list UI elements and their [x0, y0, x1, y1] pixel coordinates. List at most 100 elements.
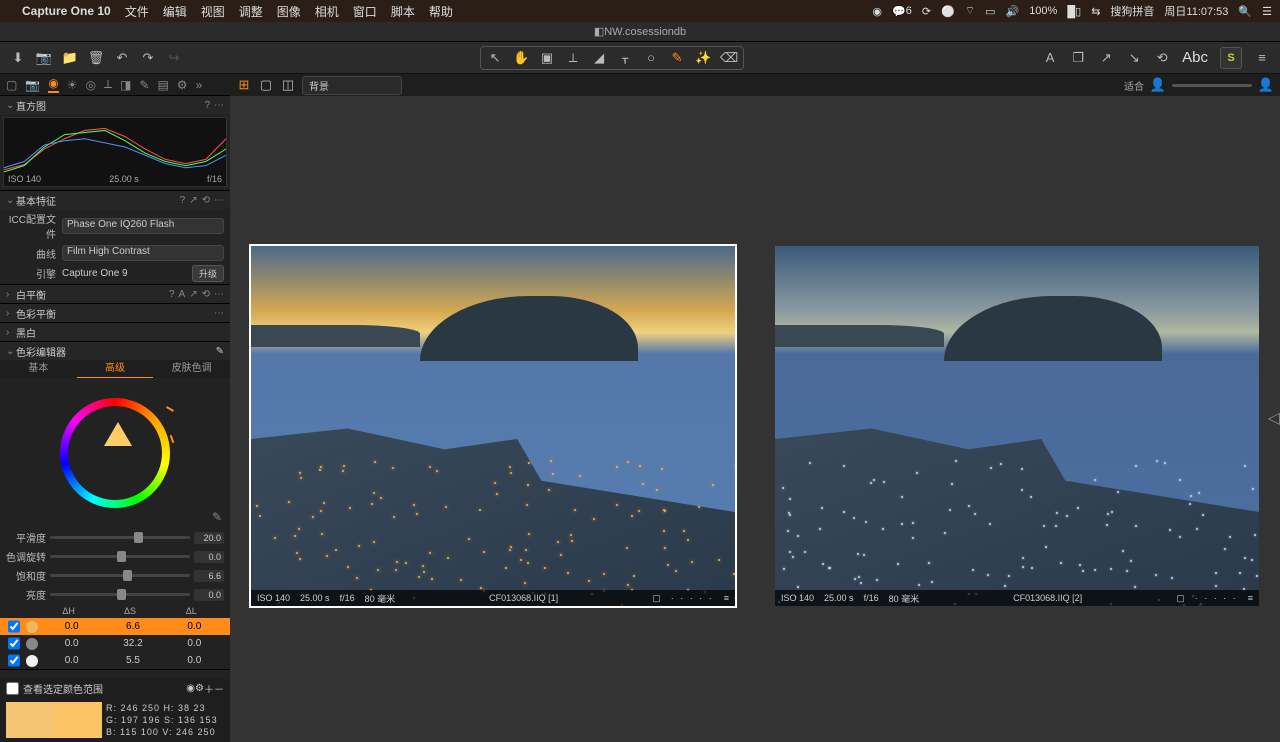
pointer-icon[interactable]: ↖ [487, 50, 503, 66]
menu-icon[interactable]: ⋯ [214, 100, 224, 111]
delta-checkbox[interactable] [8, 620, 20, 633]
minus-icon[interactable]: － [214, 681, 224, 696]
menu-edit[interactable]: 编辑 [163, 3, 187, 20]
menu-camera[interactable]: 相机 [315, 3, 339, 20]
person-icon[interactable]: 👤 [1150, 77, 1166, 93]
help-icon[interactable]: ? [204, 100, 210, 111]
color-wheel[interactable] [60, 398, 170, 508]
delta-row[interactable]: 0.0 6.6 0.0 [0, 618, 230, 635]
layer-select[interactable]: 背景 [302, 76, 402, 95]
folder-icon[interactable]: 📁 [62, 50, 78, 66]
rot-slider[interactable] [50, 555, 190, 558]
tab-meta-icon[interactable]: ▤ [157, 78, 168, 92]
sync-icon[interactable]: ⟳ [922, 5, 931, 18]
icc-select[interactable]: Phase One IQ260 Flash [62, 218, 224, 234]
loupe-icon[interactable]: ▣ [539, 50, 555, 66]
image-thumbnail[interactable]: ISO 140 25.00 s f/16 80 毫米 CF013068.IIQ … [775, 246, 1259, 606]
sat-val[interactable]: 6.6 [194, 570, 224, 582]
eyedropper-icon[interactable]: ✎ [212, 510, 222, 524]
ruler-icon[interactable]: ◢ [591, 50, 607, 66]
subtab-basic[interactable]: 基本 [0, 360, 77, 378]
list-icon[interactable]: ≡ [1254, 50, 1270, 66]
brush-icon[interactable]: ✎ [669, 50, 685, 66]
light-slider[interactable] [50, 593, 190, 596]
down-icon[interactable]: ↘ [1126, 50, 1142, 66]
reset-icon[interactable]: ⟲ [1154, 50, 1170, 66]
tab-library-icon[interactable]: ▢ [6, 78, 17, 92]
notif-icon[interactable]: ☰ [1262, 5, 1272, 18]
delta-checkbox[interactable] [8, 637, 20, 650]
thumb-rating[interactable]: · · · · · [1195, 593, 1238, 603]
spot-icon[interactable]: ○ [643, 50, 659, 66]
wechat-icon[interactable]: 💬 6 [892, 5, 912, 18]
app-name[interactable]: Capture One 10 [22, 4, 111, 18]
sat-slider[interactable] [50, 574, 190, 577]
redo-icon[interactable]: ↷ [140, 50, 156, 66]
thumb-flag-icon[interactable]: ▢ [1176, 593, 1185, 604]
range-checkbox[interactable] [6, 682, 19, 695]
menu-adjust[interactable]: 调整 [239, 3, 263, 20]
menu-image[interactable]: 图像 [277, 3, 301, 20]
hand-icon[interactable]: ✋ [513, 50, 529, 66]
thumb-flag-icon[interactable]: ▢ [652, 593, 661, 604]
copy-icon[interactable]: ❐ [1070, 50, 1086, 66]
thumb-rating[interactable]: · · · · · [671, 593, 714, 603]
smooth-slider[interactable] [50, 536, 190, 539]
eraser-icon[interactable]: ⌫ [721, 50, 737, 66]
delta-row[interactable]: 0.0 5.5 0.0 [0, 652, 230, 669]
curve-select[interactable]: Film High Contrast [62, 245, 224, 261]
thumb-menu-icon[interactable]: ≡ [1248, 593, 1253, 603]
wb-title[interactable]: 白平衡 [16, 287, 169, 302]
capture-icon[interactable]: 📷 [36, 50, 52, 66]
menu-window[interactable]: 窗口 [353, 3, 377, 20]
tab-color-icon[interactable]: ◉ [48, 76, 58, 93]
spotlight-icon[interactable]: 🔍 [1238, 5, 1252, 18]
import-icon[interactable]: ⬇ [10, 50, 26, 66]
ime-label[interactable]: 搜狗拼音 [1110, 3, 1154, 19]
bt-icon[interactable]: ⚪ [941, 5, 955, 18]
zoom-slider[interactable] [1172, 84, 1252, 87]
rot-val[interactable]: 0.0 [194, 551, 224, 563]
s-badge-icon[interactable]: S [1220, 47, 1242, 69]
fit-label[interactable]: 适合 [1124, 78, 1144, 93]
cb-title[interactable]: 色彩平衡 [16, 306, 214, 321]
side-expand-icon[interactable]: ◁ [1268, 408, 1280, 428]
tab-local-icon[interactable]: ✎ [139, 78, 149, 92]
wifi-icon[interactable]: ⌔ [965, 4, 975, 18]
abc-label[interactable]: Abc [1182, 49, 1208, 66]
crop-icon[interactable]: ⟂ [565, 50, 581, 66]
menu-file[interactable]: 文件 [125, 3, 149, 20]
tab-details-icon[interactable]: ◨ [120, 78, 131, 92]
volume-icon[interactable]: 🔊 [1005, 5, 1019, 18]
delta-row[interactable]: 0.0 32.2 0.0 [0, 635, 230, 652]
plus-icon[interactable]: ＋ [204, 681, 214, 696]
cc-icon[interactable]: ◉ [872, 5, 882, 18]
tab-capture-icon[interactable]: 📷 [25, 78, 40, 92]
upgrade-button[interactable]: 升级 [192, 265, 224, 282]
display-icon[interactable]: ▭ [985, 5, 995, 18]
undo-icon[interactable]: ↶ [114, 50, 130, 66]
split-icon[interactable]: ◫ [280, 77, 296, 93]
menu-script[interactable]: 脚本 [391, 3, 415, 20]
light-val[interactable]: 0.0 [194, 589, 224, 601]
up-icon[interactable]: ↗ [1098, 50, 1114, 66]
switch-icon[interactable]: ⇆ [1091, 5, 1100, 18]
person2-icon[interactable]: 👤 [1258, 77, 1274, 93]
keystone-icon[interactable]: ᚁ [617, 50, 633, 66]
tab-exposure-icon[interactable]: ☀ [67, 78, 78, 92]
annotate-icon[interactable]: A [1042, 50, 1058, 66]
picker-icon[interactable]: ✎ [216, 346, 224, 357]
menu-view[interactable]: 视图 [201, 3, 225, 20]
magic-icon[interactable]: ✨ [695, 50, 711, 66]
globe-icon[interactable]: ◉ [186, 683, 195, 694]
subtab-skin[interactable]: 皮肤色调 [153, 360, 230, 378]
subtab-advanced[interactable]: 高级 [77, 360, 154, 378]
menu-help[interactable]: 帮助 [429, 3, 453, 20]
smooth-val[interactable]: 20.0 [194, 532, 224, 544]
clock[interactable]: 周日11:07:53 [1164, 3, 1228, 19]
tab-crop-icon[interactable]: ⟂ [104, 77, 112, 92]
image-thumbnail[interactable]: ISO 140 25.00 s f/16 80 毫米 CF013068.IIQ … [251, 246, 735, 606]
tab-lens-icon[interactable]: ◎ [86, 78, 96, 92]
tab-output-icon[interactable]: ⚙ [177, 78, 188, 92]
trash-icon[interactable]: 🗑 [88, 50, 104, 66]
